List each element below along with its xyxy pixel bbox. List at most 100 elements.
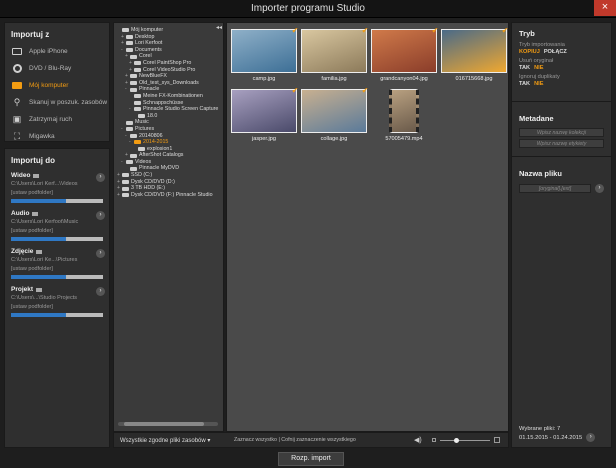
zoom-in-icon[interactable] [493, 437, 500, 443]
dest-browse-button[interactable]: › [96, 249, 105, 258]
zoom-slider[interactable] [431, 437, 500, 443]
file-thumbnail[interactable]: 57005479.mp4 [369, 89, 439, 142]
tree-node-label: Schnappschüsse [143, 99, 184, 106]
tree-node[interactable]: - Pinnacle [117, 86, 220, 93]
dest-subfolder[interactable]: [ustaw podfolder] [11, 266, 103, 273]
link-option[interactable]: POŁĄCZ [544, 49, 567, 55]
dest-browse-button[interactable]: › [96, 173, 105, 182]
tree-node[interactable]: + NewBlueFX [117, 73, 220, 80]
right-panel: Tryb Tryb importowania KOPIUJ POŁĄCZ Usu… [511, 22, 612, 448]
collapse-tree-icon[interactable]: ◂◂ [216, 24, 222, 31]
date-range-button[interactable]: › [586, 433, 596, 442]
tree-node-label: Pictures [135, 125, 155, 132]
checkmark-icon[interactable]: ✔ [361, 27, 369, 35]
tree-node[interactable]: +3 TB HDD (E:) [117, 185, 220, 192]
metadata-title: Metadane [519, 114, 554, 123]
tree-node[interactable]: - Documents [117, 47, 220, 54]
tree-node[interactable]: - Videos [117, 159, 220, 166]
file-thumbnail[interactable]: ✔ 016715668.jpg [439, 27, 509, 82]
checkmark-icon[interactable]: ✔ [501, 27, 509, 35]
tree-node[interactable]: Music [117, 119, 220, 126]
selection-summary: Wybrane pliki: 7 01.15.2015 - 01.24.2015… [519, 425, 596, 442]
dest-browse-button[interactable]: › [96, 287, 105, 296]
folder-icon [130, 133, 137, 138]
dest-path: C:\Users\...\Studio Projects [11, 295, 78, 301]
source-my-computer[interactable]: Mój komputer [5, 77, 109, 94]
tree-node[interactable]: + SSD (C:) [117, 172, 220, 179]
tree-node-label: Desktop [135, 33, 155, 40]
tree-node[interactable]: + Corel PaintShop Pro [117, 60, 220, 67]
checkmark-icon[interactable]: ✔ [291, 87, 299, 95]
zoom-knob[interactable] [453, 437, 459, 443]
filename-input[interactable]: [oryginał].[ext] [519, 184, 591, 193]
tree-node[interactable]: Schnappschüsse [117, 100, 220, 107]
collection-input[interactable]: Wpisz nazwę kolekcji [519, 128, 604, 137]
source-snapshot[interactable]: ⛶ Migawka [5, 128, 109, 145]
zoom-out-icon[interactable] [431, 438, 436, 442]
file-thumbnail[interactable]: ✔ grandcanyon04.jpg [369, 27, 439, 82]
tree-node[interactable]: + Desktop [117, 34, 220, 41]
folder-icon [130, 81, 137, 86]
filename-title: Nazwa pliku [519, 169, 562, 178]
tree-node[interactable]: + Dysk CD/DVD (D:) [117, 179, 220, 186]
tree-node[interactable]: + Old_test_sys_Downloads [117, 80, 220, 87]
tree-node[interactable]: + Corel [117, 53, 220, 60]
tree-node[interactable]: - Pictures [117, 126, 220, 133]
dest-subfolder[interactable]: [ustaw podfolder] [11, 190, 103, 197]
remove-yes-option[interactable]: TAK [519, 65, 530, 71]
remove-no-option[interactable]: NIE [534, 65, 543, 71]
dest-browse-button[interactable]: › [96, 211, 105, 220]
tree-node[interactable]: Meine FX-Kombinationen [117, 93, 220, 100]
tree-node[interactable]: -2014-2015 [117, 139, 220, 146]
import-to-title: Importuj do [11, 156, 55, 165]
source-stop-motion[interactable]: ▣ Zatrzymaj ruch [5, 111, 109, 128]
copy-option[interactable]: KOPIUJ [519, 49, 540, 55]
tree-node[interactable]: 18.0 [117, 113, 220, 120]
tree-node[interactable]: Mój komputer [117, 27, 220, 34]
source-dvd-bluray[interactable]: DVD / Blu-Ray [5, 60, 109, 77]
tree-node[interactable]: + Dysk CD/DVD (F:) Pinnacle Studio [117, 192, 220, 199]
camera-icon [11, 47, 23, 57]
source-label: DVD / Blu-Ray [29, 65, 72, 72]
dest-photo: Zdjęcie › C:\Users\Lori Ke...\Pictures [… [5, 245, 109, 283]
dest-path: C:\Users\Lori Kerfoot\Music [11, 219, 79, 225]
tree-scrollbar[interactable] [118, 422, 218, 426]
checkmark-icon[interactable]: ✔ [361, 87, 369, 95]
dest-subfolder[interactable]: [ustaw podfolder] [11, 228, 103, 235]
folder-icon [36, 249, 43, 254]
file-thumbnail[interactable]: ✔ familia.jpg [299, 27, 369, 82]
dupes-no-option[interactable]: NIE [534, 81, 543, 87]
close-button[interactable]: × [594, 0, 616, 16]
tree-node[interactable]: explosion1 [117, 146, 220, 153]
checkmark-icon[interactable]: ✔ [291, 27, 299, 35]
dest-subfolder[interactable]: [ustaw podfolder] [11, 304, 103, 311]
import-to-panel: Importuj do Wideo › C:\Users\Lori Kerf..… [4, 148, 110, 448]
file-name: collage.jpg [320, 136, 348, 142]
file-thumbnail[interactable]: ✔ collage.jpg [299, 87, 369, 142]
tree-node[interactable]: + AfterShot Catalogs [117, 152, 220, 159]
folder-icon [130, 153, 137, 158]
tree-node[interactable]: + Lori Kerfoot [117, 40, 220, 47]
file-thumbnail[interactable]: ✔ camp.jpg [229, 27, 299, 82]
tree-node[interactable]: + Corel VideoStudio Pro [117, 67, 220, 74]
volume-icon[interactable]: ◀) [414, 436, 422, 444]
file-filter-dropdown[interactable]: Wszystkie zgodne pliki zasobów ▾ [114, 437, 234, 444]
tree-node[interactable]: - Pinnacle Studio Screen Capture [117, 106, 220, 113]
tree-node[interactable]: Pinnacle MyDVD [117, 165, 220, 172]
file-thumbnail[interactable]: ✔ jasper.jpg [229, 87, 299, 142]
filename-options-button[interactable]: › [595, 184, 604, 193]
folder-icon [134, 61, 141, 66]
source-apple-iphone[interactable]: Apple iPhone [5, 43, 109, 60]
source-scan[interactable]: ⚲ Skanuj w poszuk. zasobów [5, 94, 109, 111]
checkmark-icon[interactable]: ✔ [431, 27, 439, 35]
dupes-yes-option[interactable]: TAK [519, 81, 530, 87]
tags-input[interactable]: Wpisz nazwę etykiety [519, 139, 604, 148]
folder-icon [134, 107, 141, 112]
tree-node[interactable]: -20140806 [117, 133, 220, 140]
tree-node-label: Documents [135, 46, 162, 53]
folder-icon [32, 211, 39, 216]
start-import-button[interactable]: Rozp. import [278, 452, 344, 466]
folder-tree[interactable]: Mój komputer + Desktop + Lori Kerfoot - Docume… [113, 22, 224, 432]
select-all-links[interactable]: Zaznacz wszystko | Cofnij zaznaczenie ws… [234, 437, 414, 443]
disk-usage-meter [11, 275, 103, 279]
